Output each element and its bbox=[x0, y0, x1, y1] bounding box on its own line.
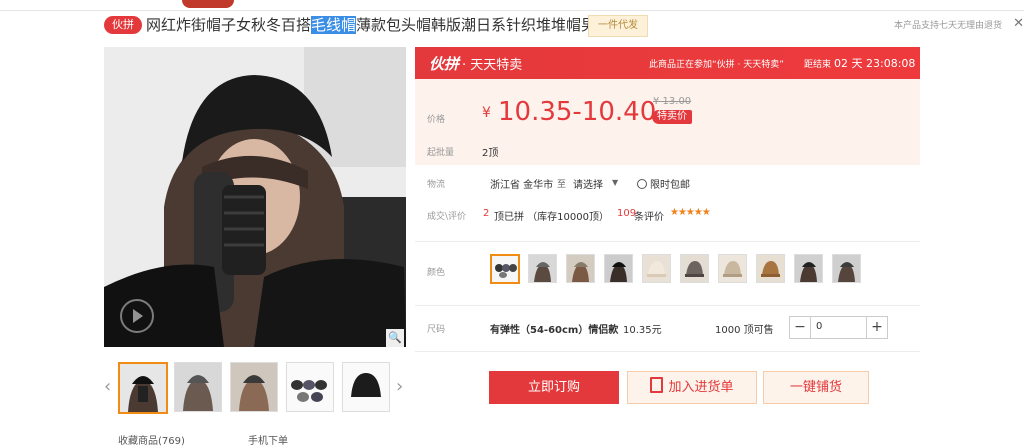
swatch-image bbox=[757, 255, 784, 282]
clipboard-icon bbox=[650, 377, 664, 393]
color-swatch[interactable] bbox=[718, 254, 747, 283]
original-price: ¥ 13.00 bbox=[653, 96, 692, 107]
swatch-image bbox=[681, 255, 708, 282]
title-part-1: 网红炸街帽子女秋冬百搭 bbox=[146, 16, 312, 34]
ends-label: 距结束 bbox=[804, 60, 832, 70]
top-strip bbox=[0, 0, 1024, 11]
free-shipping-info: 限时包邮 bbox=[637, 176, 690, 191]
price-range: 10.35-10.40 bbox=[498, 97, 657, 127]
reviews-label: 成交\评价 bbox=[427, 212, 467, 222]
top-decoration bbox=[182, 0, 234, 8]
product-title: 网红炸街帽子女秋冬百搭毛线帽薄款包头帽韩版潮日系针织堆堆帽男 bbox=[146, 14, 596, 36]
clock-icon bbox=[637, 179, 647, 189]
increase-button[interactable]: + bbox=[866, 317, 887, 338]
review-text[interactable]: 条评价 bbox=[634, 208, 664, 223]
swatch-image bbox=[529, 255, 556, 282]
favorite-link[interactable]: 收藏商品(769) bbox=[118, 432, 185, 447]
color-swatch[interactable] bbox=[832, 254, 861, 283]
thumbnail-image bbox=[287, 363, 333, 411]
one-click-distribute-button[interactable]: 一键铺货 bbox=[763, 371, 869, 404]
price-box: 价格 ¥ 10.35-10.40 ¥ 13.00 特卖价 起批量 2顶 bbox=[415, 79, 920, 165]
sold-text: 顶已拼 （库存10000顶） bbox=[494, 212, 609, 223]
divider bbox=[415, 241, 920, 242]
logistics-origin: 浙江省 金华市 bbox=[490, 180, 554, 191]
title-row: 伙拼 网红炸街帽子女秋冬百搭毛线帽薄款包头帽韩版潮日系针织堆堆帽男 一件代发 本… bbox=[104, 14, 1024, 38]
size-price: 10.35元 bbox=[623, 325, 662, 336]
color-swatch[interactable] bbox=[642, 254, 671, 283]
order-now-button[interactable]: 立即订购 bbox=[489, 371, 619, 404]
video-play-icon[interactable] bbox=[120, 299, 154, 333]
color-swatch[interactable] bbox=[528, 254, 557, 283]
color-swatch[interactable] bbox=[756, 254, 785, 283]
currency-symbol: ¥ bbox=[482, 105, 491, 121]
color-swatch[interactable] bbox=[680, 254, 709, 283]
decrease-button[interactable]: − bbox=[790, 317, 811, 338]
thumb-next-icon[interactable]: › bbox=[396, 376, 403, 397]
main-product-image[interactable]: 🔍 bbox=[104, 47, 406, 347]
thumbnail-image bbox=[231, 363, 277, 411]
promo-note: 此商品正在参加“伙拼 · 天天特卖” bbox=[649, 60, 784, 70]
divider bbox=[415, 351, 920, 352]
swatch-image bbox=[605, 255, 632, 282]
swatch-image bbox=[567, 255, 594, 282]
size-label: 尺码 bbox=[427, 325, 446, 335]
quantity-stepper: − 0 + bbox=[789, 316, 888, 339]
swatch-image bbox=[492, 256, 518, 282]
thumbnail-image bbox=[120, 364, 166, 412]
swatch-image bbox=[833, 255, 860, 282]
thumbnail[interactable] bbox=[174, 362, 222, 412]
size-stock: 1000 顶可售 bbox=[715, 325, 774, 336]
logistics-label: 物流 bbox=[427, 180, 446, 190]
color-swatch[interactable] bbox=[794, 254, 823, 283]
swatch-image bbox=[643, 255, 670, 282]
color-swatch[interactable] bbox=[604, 254, 633, 283]
color-swatch[interactable] bbox=[490, 254, 520, 284]
huopin-logo: 伙拼 bbox=[429, 55, 460, 73]
moq-label: 起批量 bbox=[427, 148, 455, 158]
thumbnail[interactable] bbox=[230, 362, 278, 412]
swatch-image bbox=[795, 255, 822, 282]
countdown-timer: 02 天 23:08:08 bbox=[834, 57, 916, 70]
swatch-image bbox=[719, 255, 746, 282]
daily-sale-label: · 天天特卖 bbox=[462, 58, 523, 73]
thumbnail-strip: ‹ › bbox=[104, 362, 414, 414]
rating-stars: ★★★★★ bbox=[670, 207, 711, 218]
destination-select[interactable]: 请选择 bbox=[573, 176, 603, 191]
logistics-to: 至 bbox=[557, 180, 567, 190]
zoom-icon[interactable]: 🔍 bbox=[386, 329, 404, 347]
divider bbox=[415, 305, 920, 306]
price-label: 价格 bbox=[427, 115, 446, 125]
return-policy-note: 本产品支持七天无理由退货 bbox=[893, 21, 1002, 31]
chevron-down-icon[interactable]: ▼ bbox=[612, 178, 618, 187]
thumbnail[interactable] bbox=[118, 362, 168, 414]
dropship-tag: 一件代发 bbox=[588, 15, 648, 37]
close-icon[interactable]: ✕ bbox=[1013, 16, 1024, 31]
product-photo bbox=[104, 47, 406, 347]
sale-price-tag: 特卖价 bbox=[652, 110, 692, 124]
title-highlight: 毛线帽 bbox=[311, 16, 357, 34]
quantity-input[interactable]: 0 bbox=[816, 321, 822, 332]
add-to-cart-label: 加入进货单 bbox=[668, 380, 734, 395]
moq-value: 2顶 bbox=[482, 148, 499, 159]
title-part-2: 薄款包头帽韩版潮日系针织堆堆帽男 bbox=[356, 16, 597, 34]
color-swatches bbox=[490, 254, 870, 284]
color-swatch[interactable] bbox=[566, 254, 595, 283]
mobile-order-link[interactable]: 手机下单 bbox=[248, 432, 288, 447]
thumbnail-image bbox=[175, 363, 221, 411]
thumbnail[interactable] bbox=[286, 362, 334, 412]
thumb-prev-icon[interactable]: ‹ bbox=[104, 376, 111, 397]
color-label: 颜色 bbox=[427, 268, 446, 278]
thumbnail-image bbox=[343, 363, 389, 411]
huopin-badge: 伙拼 bbox=[104, 16, 142, 34]
thumbnail[interactable] bbox=[342, 362, 390, 412]
free-shipping-label: 限时包邮 bbox=[650, 180, 690, 191]
size-option: 有弹性（54-60cm）情侣款 bbox=[490, 325, 619, 336]
sold-count: 2 bbox=[483, 208, 490, 219]
promo-banner: 伙拼 · 天天特卖 此商品正在参加“伙拼 · 天天特卖” 距结束 02 天 23… bbox=[415, 47, 920, 79]
add-to-cart-button[interactable]: 加入进货单 bbox=[627, 371, 757, 404]
